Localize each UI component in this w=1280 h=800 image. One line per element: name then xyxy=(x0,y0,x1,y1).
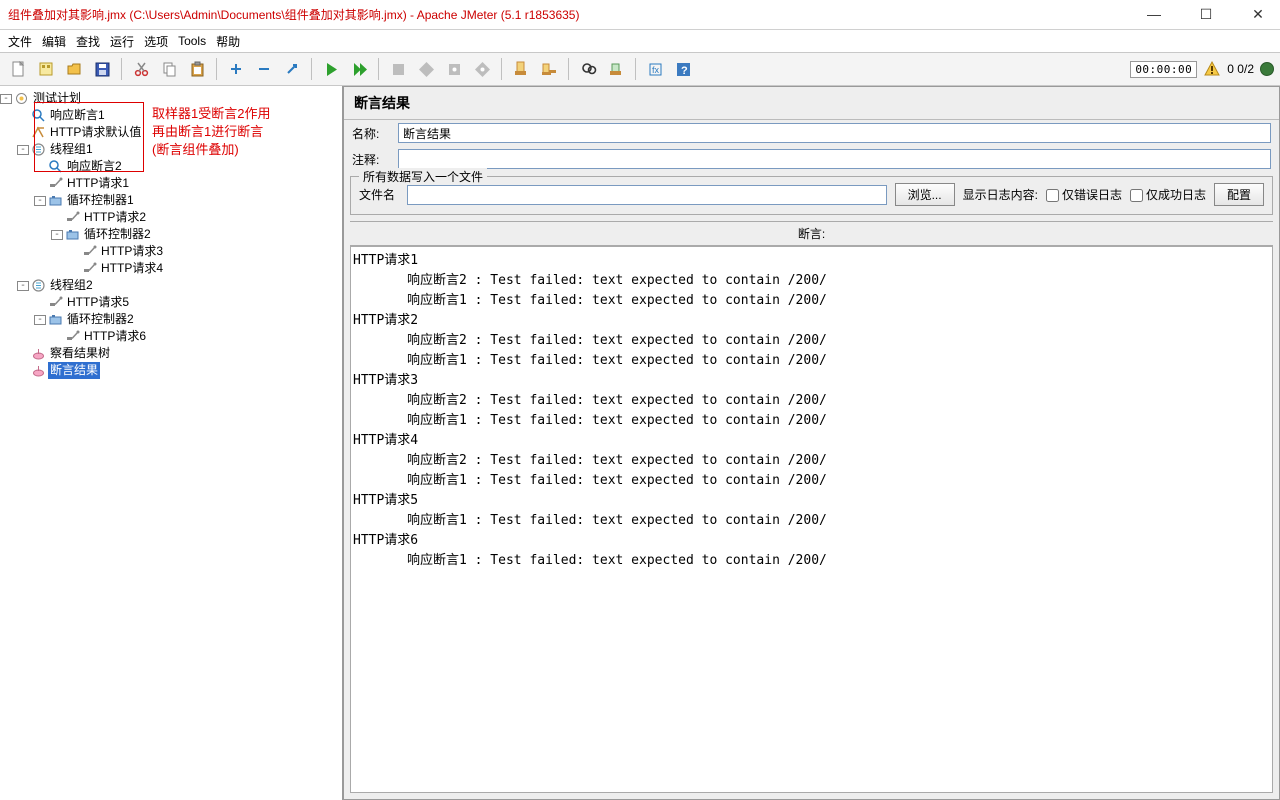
toolbar: fx ? 00:00:00 0 0/2 xyxy=(0,52,1280,86)
open-icon[interactable] xyxy=(62,57,86,81)
menu-edit[interactable]: 编辑 xyxy=(42,33,66,50)
name-field[interactable] xyxy=(398,123,1271,143)
result-failure-message[interactable]: 响应断言1 : Test failed: text expected to co… xyxy=(353,411,1270,431)
paste-icon[interactable] xyxy=(185,57,209,81)
start-no-pause-icon[interactable] xyxy=(347,57,371,81)
menu-search[interactable]: 查找 xyxy=(76,33,100,50)
tree-node-assertion2[interactable]: 响应断言2 xyxy=(0,158,342,175)
tree-node-http2[interactable]: HTTP请求2 xyxy=(0,209,342,226)
assertion-results-list[interactable]: HTTP请求1响应断言2 : Test failed: text expecte… xyxy=(350,246,1273,793)
clear-icon[interactable] xyxy=(509,57,533,81)
help-icon[interactable]: ? xyxy=(671,57,695,81)
minimize-button[interactable]: — xyxy=(1140,6,1168,23)
maximize-button[interactable]: ☐ xyxy=(1192,6,1220,23)
panel-title: 断言结果 xyxy=(344,87,1279,120)
result-sampler[interactable]: HTTP请求3 xyxy=(353,371,1270,391)
tree-node-assertion-results[interactable]: 断言结果 xyxy=(0,362,342,379)
menu-tools[interactable]: Tools xyxy=(178,34,206,48)
filename-label: 文件名 xyxy=(359,186,399,203)
workspace: 取样器1受断言2作用 再由断言1进行断言 (断言组件叠加) -测试计划 响应断言… xyxy=(0,86,1280,800)
cut-icon[interactable] xyxy=(129,57,153,81)
start-icon[interactable] xyxy=(319,57,343,81)
comment-label: 注释: xyxy=(352,151,392,168)
menubar: 文件 编辑 查找 运行 选项 Tools 帮助 xyxy=(0,30,1280,52)
clear-all-icon[interactable] xyxy=(537,57,561,81)
name-label: 名称: xyxy=(352,125,392,142)
only-error-checkbox[interactable]: 仅错误日志 xyxy=(1046,186,1122,203)
configure-button[interactable]: 配置 xyxy=(1214,183,1264,206)
function-helper-icon[interactable]: fx xyxy=(643,57,667,81)
window-titlebar: 组件叠加对其影响.jmx (C:\Users\Admin\Documents\组… xyxy=(0,0,1280,30)
stop-remote-icon[interactable] xyxy=(442,57,466,81)
result-failure-message[interactable]: 响应断言1 : Test failed: text expected to co… xyxy=(353,351,1270,371)
result-failure-message[interactable]: 响应断言2 : Test failed: text expected to co… xyxy=(353,451,1270,471)
tree-node-loop2[interactable]: -循环控制器2 xyxy=(0,226,342,243)
window-title: 组件叠加对其影响.jmx (C:\Users\Admin\Documents\组… xyxy=(8,6,579,23)
menu-run[interactable]: 运行 xyxy=(110,33,134,50)
toolbar-status: 00:00:00 0 0/2 xyxy=(1130,60,1274,78)
result-sampler[interactable]: HTTP请求1 xyxy=(353,251,1270,271)
tree-node-loop1[interactable]: -循环控制器1 xyxy=(0,192,342,209)
result-failure-message[interactable]: 响应断言2 : Test failed: text expected to co… xyxy=(353,391,1270,411)
write-to-file-group: 所有数据写入一个文件 文件名 浏览... 显示日志内容: 仅错误日志 仅成功日志… xyxy=(350,176,1273,215)
menu-help[interactable]: 帮助 xyxy=(216,33,240,50)
close-button[interactable]: ✕ xyxy=(1244,6,1272,23)
result-failure-message[interactable]: 响应断言1 : Test failed: text expected to co… xyxy=(353,551,1270,571)
window-controls: — ☐ ✕ xyxy=(1140,6,1272,23)
svg-text:fx: fx xyxy=(652,65,660,75)
group-legend: 所有数据写入一个文件 xyxy=(359,168,487,185)
result-failure-message[interactable]: 响应断言2 : Test failed: text expected to co… xyxy=(353,271,1270,291)
menu-options[interactable]: 选项 xyxy=(144,33,168,50)
reset-search-icon[interactable] xyxy=(604,57,628,81)
thread-counter: 0 0/2 xyxy=(1227,62,1254,76)
elapsed-timer: 00:00:00 xyxy=(1130,61,1197,78)
result-sampler[interactable]: HTTP请求5 xyxy=(353,491,1270,511)
save-icon[interactable] xyxy=(90,57,114,81)
assertion-results-panel: 断言结果 名称: 注释: 所有数据写入一个文件 文件名 浏览... 显示日志内容… xyxy=(343,86,1280,800)
result-failure-message[interactable]: 响应断言1 : Test failed: text expected to co… xyxy=(353,291,1270,311)
tree-node-loop2b[interactable]: -循环控制器2 xyxy=(0,311,342,328)
result-failure-message[interactable]: 响应断言1 : Test failed: text expected to co… xyxy=(353,471,1270,491)
comment-field[interactable] xyxy=(398,149,1271,169)
templates-icon[interactable] xyxy=(34,57,58,81)
expand-icon[interactable] xyxy=(224,57,248,81)
tree-node-threadgroup2[interactable]: -线程组2 xyxy=(0,277,342,294)
result-sampler[interactable]: HTTP请求2 xyxy=(353,311,1270,331)
result-sampler[interactable]: HTTP请求4 xyxy=(353,431,1270,451)
only-success-checkbox[interactable]: 仅成功日志 xyxy=(1130,186,1206,203)
svg-text:?: ? xyxy=(681,65,688,77)
showlog-label: 显示日志内容: xyxy=(963,186,1038,203)
new-file-icon[interactable] xyxy=(6,57,30,81)
tree-node-view-results-tree[interactable]: 察看结果树 xyxy=(0,345,342,362)
status-indicator-icon xyxy=(1260,62,1274,76)
result-sampler[interactable]: HTTP请求6 xyxy=(353,531,1270,551)
result-failure-message[interactable]: 响应断言2 : Test failed: text expected to co… xyxy=(353,331,1270,351)
collapse-icon[interactable] xyxy=(252,57,276,81)
result-failure-message[interactable]: 响应断言1 : Test failed: text expected to co… xyxy=(353,511,1270,531)
copy-icon[interactable] xyxy=(157,57,181,81)
filename-field[interactable] xyxy=(407,185,887,205)
stop-icon[interactable] xyxy=(386,57,410,81)
assertions-header: 断言: xyxy=(350,221,1273,246)
tree-node-http4[interactable]: HTTP请求4 xyxy=(0,260,342,277)
tree-node-http5[interactable]: HTTP请求5 xyxy=(0,294,342,311)
warning-icon[interactable] xyxy=(1203,60,1221,78)
shutdown-remote-icon[interactable] xyxy=(470,57,494,81)
tree-node-http3[interactable]: HTTP请求3 xyxy=(0,243,342,260)
shutdown-icon[interactable] xyxy=(414,57,438,81)
tree-node-http6[interactable]: HTTP请求6 xyxy=(0,328,342,345)
browse-button[interactable]: 浏览... xyxy=(895,183,955,206)
menu-file[interactable]: 文件 xyxy=(8,33,32,50)
toggle-icon[interactable] xyxy=(280,57,304,81)
test-plan-tree[interactable]: 取样器1受断言2作用 再由断言1进行断言 (断言组件叠加) -测试计划 响应断言… xyxy=(0,86,343,800)
tree-node-http1[interactable]: HTTP请求1 xyxy=(0,175,342,192)
search-icon[interactable] xyxy=(576,57,600,81)
annotation-text: 取样器1受断言2作用 再由断言1进行断言 (断言组件叠加) xyxy=(152,105,270,159)
